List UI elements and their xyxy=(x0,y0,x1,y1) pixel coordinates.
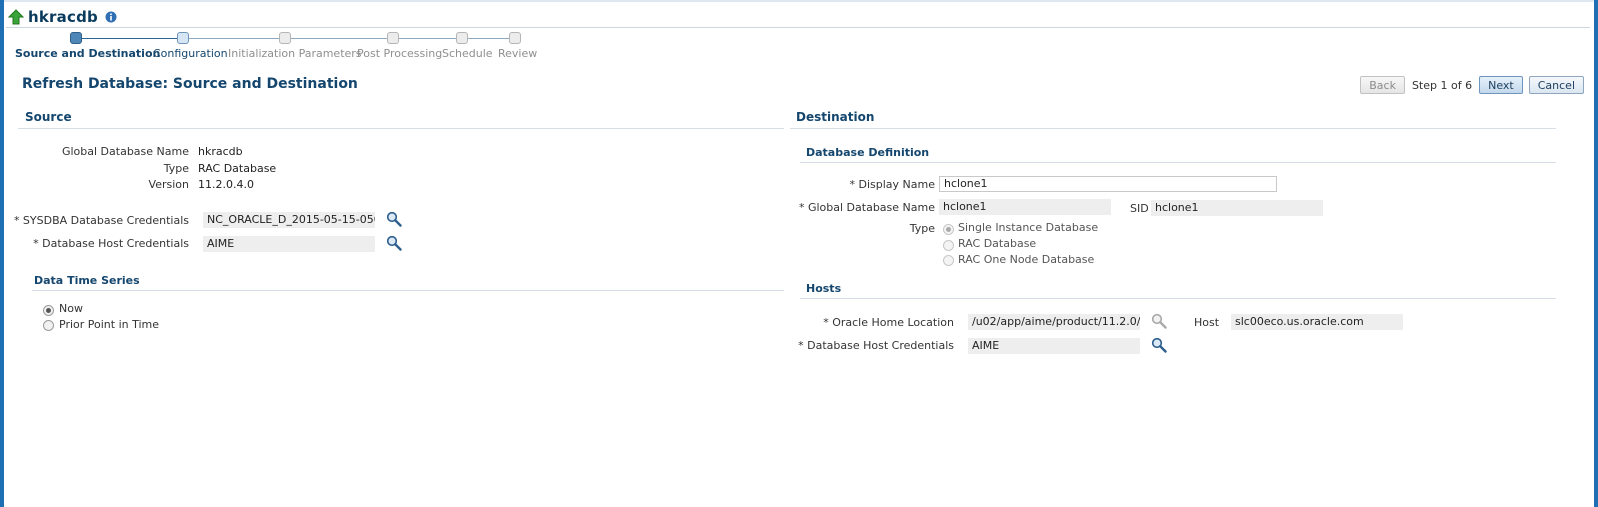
dest-global-db-name-label: * Global Database Name xyxy=(798,201,935,214)
host-label: Host xyxy=(1194,316,1220,329)
source-host-credentials-field[interactable]: AIME xyxy=(203,236,375,252)
dest-host-credentials-label: * Database Host Credentials xyxy=(798,339,954,352)
train-label-post-processing: Post Processing xyxy=(357,47,443,60)
source-version-label: Version xyxy=(148,178,189,191)
page-target-title: hkracdb xyxy=(28,8,98,26)
window-frame-right xyxy=(1594,0,1598,507)
dts-divider xyxy=(32,290,784,291)
rac-database-radio xyxy=(943,240,954,251)
train-label-review: Review xyxy=(498,47,538,60)
sid-label: SID xyxy=(1130,202,1149,215)
dest-type-label: Type xyxy=(909,222,935,235)
rac-one-node-radio xyxy=(943,255,954,266)
source-global-db-name-label: Global Database Name xyxy=(61,145,189,158)
source-host-credentials-label: * Database Host Credentials xyxy=(33,237,189,250)
search-icon xyxy=(1151,313,1167,329)
dts-prior-label[interactable]: Prior Point in Time xyxy=(59,318,159,331)
search-icon[interactable] xyxy=(386,211,402,227)
train-stop-source-destination[interactable] xyxy=(70,32,82,44)
train-connector xyxy=(82,38,177,39)
train-stop-schedule xyxy=(456,32,468,44)
source-type-label: Type xyxy=(163,162,189,175)
database-definition-heading: Database Definition xyxy=(806,146,930,159)
oracle-home-label: * Oracle Home Location xyxy=(823,316,954,329)
info-icon[interactable] xyxy=(105,11,117,23)
source-global-db-name-value: hkracdb xyxy=(198,145,243,158)
train-connector xyxy=(291,38,387,39)
header: hkracdb xyxy=(8,7,117,27)
hosts-heading: Hosts xyxy=(806,282,842,295)
source-type-value: RAC Database xyxy=(198,162,277,175)
train-stop-review xyxy=(509,32,521,44)
destination-heading: Destination xyxy=(796,110,875,124)
rac-database-label: RAC Database xyxy=(958,237,1037,250)
dbdef-divider xyxy=(800,162,1556,163)
search-icon[interactable] xyxy=(1151,337,1167,353)
back-button[interactable]: Back xyxy=(1360,76,1405,94)
train-label-configuration[interactable]: Configuration xyxy=(153,47,228,60)
train-stop-init-params xyxy=(279,32,291,44)
train-stop-post-processing xyxy=(387,32,399,44)
sysdba-credentials-label: * SYSDBA Database Credentials xyxy=(13,214,189,227)
train-connector xyxy=(399,38,456,39)
data-time-series-heading: Data Time Series xyxy=(34,274,140,287)
train-label-init-params: Initialization Parameters xyxy=(228,47,362,60)
train-connector xyxy=(468,38,509,39)
sysdba-credentials-field[interactable]: NC_ORACLE_D_2015-05-15-050915 xyxy=(203,212,375,228)
source-divider xyxy=(18,128,784,129)
dts-now-label[interactable]: Now xyxy=(59,302,83,315)
host-field: slc00eco.us.oracle.com xyxy=(1231,314,1403,330)
wizard-train: Source and Destination Configuration Ini… xyxy=(0,30,560,66)
page-title: Refresh Database: Source and Destination xyxy=(22,76,358,92)
train-connector xyxy=(189,38,279,39)
display-name-input[interactable] xyxy=(939,176,1277,192)
search-icon[interactable] xyxy=(386,235,402,251)
window-frame-left xyxy=(0,0,4,507)
train-label-source-destination[interactable]: Source and Destination xyxy=(15,47,160,60)
dts-now-radio[interactable] xyxy=(43,305,54,316)
destination-divider xyxy=(790,128,1556,129)
oracle-home-field: /u02/app/aime/product/11.2.0/dbhome_1 xyxy=(968,314,1140,330)
single-instance-radio xyxy=(943,224,954,235)
display-name-label: * Display Name xyxy=(849,178,936,191)
source-version-value: 11.2.0.4.0 xyxy=(198,178,254,191)
cancel-button[interactable]: Cancel xyxy=(1528,76,1584,94)
rac-one-node-label: RAC One Node Database xyxy=(958,253,1095,266)
hosts-divider xyxy=(800,298,1556,299)
next-button[interactable]: Next xyxy=(1479,76,1523,94)
train-stop-configuration[interactable] xyxy=(177,32,189,44)
wizard-buttons: Back Step 1 of 6 Next Cancel xyxy=(1360,76,1584,94)
train-label-schedule: Schedule xyxy=(442,47,493,60)
sid-field: hclone1 xyxy=(1151,200,1323,216)
single-instance-label: Single Instance Database xyxy=(958,221,1099,234)
top-border xyxy=(4,0,1594,2)
dest-host-credentials-field[interactable]: AIME xyxy=(968,338,1140,354)
step-indicator: Step 1 of 6 xyxy=(1411,78,1473,92)
dts-prior-radio[interactable] xyxy=(43,320,54,331)
source-heading: Source xyxy=(25,110,72,124)
up-arrow-icon xyxy=(8,9,24,25)
header-divider xyxy=(6,27,1590,28)
dest-global-db-name-field: hclone1 xyxy=(939,199,1111,215)
